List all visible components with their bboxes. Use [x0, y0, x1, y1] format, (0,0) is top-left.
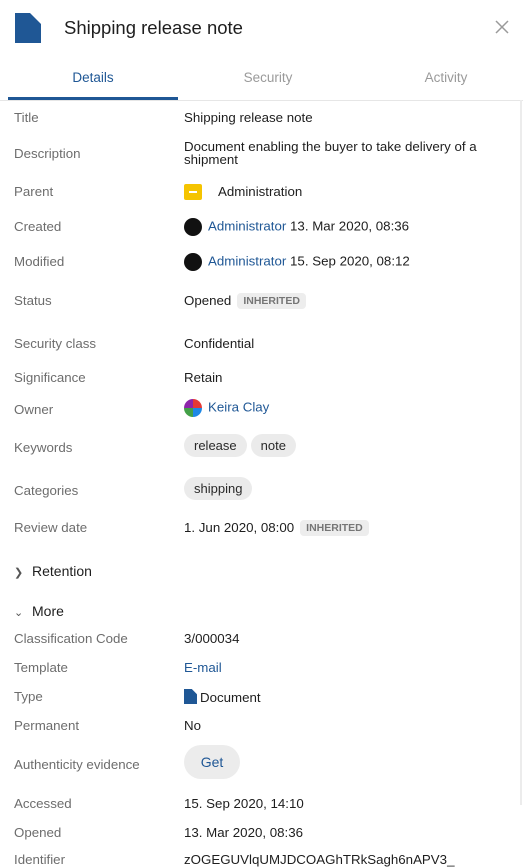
field-value: 3/000034 — [184, 631, 240, 646]
keyword-chip[interactable]: note — [250, 434, 296, 457]
field-value: Administrator 15. Sep 2020, 08:12 — [184, 253, 410, 271]
chevron-right-icon: ❯ — [14, 567, 24, 579]
field-value: 13. Mar 2020, 08:36 — [184, 825, 304, 840]
folder-icon — [184, 184, 202, 201]
field-label: Significance — [14, 370, 86, 385]
keyword-chip[interactable]: release — [184, 434, 247, 457]
section-title: Retention — [32, 563, 92, 579]
field-value: Retain — [184, 370, 223, 385]
field-identifier: Identifier zOGEGUVlqUMJDCOAGhTRkSagh6nAP… — [0, 852, 520, 867]
status-value: Opened — [184, 293, 232, 308]
field-value: Confidential — [184, 336, 255, 351]
field-value: Opened INHERITED — [184, 293, 306, 310]
field-label: Status — [14, 293, 52, 308]
field-label: Categories — [14, 483, 79, 498]
field-label: Title — [14, 110, 39, 125]
field-label: Type — [14, 689, 43, 704]
field-value: zOGEGUVlqUMJDCOAGhTRkSagh6nAPV3_ — [184, 852, 455, 867]
chevron-down-icon: ⌄ — [14, 607, 24, 619]
description-line: shipment — [184, 152, 238, 167]
review-date-value: 1. Jun 2020, 08:00 — [184, 520, 295, 535]
panel-title: Shipping release note — [64, 17, 243, 38]
field-label: Keywords — [14, 440, 73, 455]
field-label: Classification Code — [14, 631, 128, 646]
document-icon — [15, 13, 41, 43]
field-label: Accessed — [14, 796, 72, 811]
created-date: 13. Mar 2020, 08:36 — [290, 218, 410, 234]
field-label: Authenticity evidence — [14, 757, 140, 772]
field-value: shipping — [184, 477, 256, 500]
status-badge: INHERITED — [300, 520, 369, 537]
template-link[interactable]: E-mail — [184, 660, 222, 675]
field-value: Administrator 13. Mar 2020, 08:36 — [184, 218, 409, 236]
field-label: Owner — [14, 402, 54, 417]
avatar — [184, 218, 202, 236]
field-value: Document — [184, 689, 261, 705]
modified-date: 15. Sep 2020, 08:12 — [290, 253, 410, 269]
tab-activity[interactable]: Activity — [358, 70, 523, 85]
field-label: Created — [14, 219, 62, 234]
section-title: More — [32, 603, 64, 619]
field-label: Security class — [14, 336, 97, 351]
section-more[interactable]: ⌄ More — [14, 603, 64, 619]
field-value: release note — [184, 434, 300, 457]
status-badge: INHERITED — [237, 293, 306, 310]
close-icon[interactable] — [491, 16, 513, 38]
tab-details[interactable]: Details — [8, 70, 178, 85]
user-link[interactable]: Keira Clay — [208, 400, 269, 415]
field-label: Template — [14, 660, 68, 675]
user-link[interactable]: Administrator — [208, 254, 286, 269]
active-tab-indicator — [8, 97, 178, 100]
tab-bar: Details Security Activity — [0, 58, 523, 101]
tab-security[interactable]: Security — [178, 70, 358, 85]
panel-header: Shipping release note — [0, 0, 523, 56]
field-label: Permanent — [14, 718, 80, 733]
avatar — [184, 253, 202, 271]
field-value: Keira Clay — [184, 399, 269, 417]
category-chip[interactable]: shipping — [184, 477, 253, 500]
field-value: Document enabling the buyer to take deli… — [184, 140, 477, 166]
section-retention[interactable]: ❯ Retention — [14, 563, 92, 579]
parent-name[interactable]: Administration — [218, 184, 302, 199]
field-label: Description — [14, 146, 81, 161]
field-value: Shipping release note — [184, 110, 313, 125]
field-label: Review date — [14, 520, 88, 535]
get-authenticity-button[interactable]: Get — [184, 745, 240, 779]
field-value[interactable]: Administration — [184, 184, 302, 201]
field-label: Modified — [14, 254, 65, 269]
document-icon — [184, 689, 197, 704]
avatar — [184, 399, 202, 417]
field-label: Identifier — [14, 852, 65, 867]
scrollbar-track[interactable] — [520, 100, 522, 805]
field-label: Opened — [14, 825, 62, 840]
user-link[interactable]: Administrator — [208, 219, 286, 234]
field-value: 1. Jun 2020, 08:00 INHERITED — [184, 520, 369, 537]
field-label: Parent — [14, 184, 54, 199]
field-value: No — [184, 718, 201, 733]
field-value: 15. Sep 2020, 14:10 — [184, 796, 304, 811]
type-value: Document — [200, 690, 261, 705]
